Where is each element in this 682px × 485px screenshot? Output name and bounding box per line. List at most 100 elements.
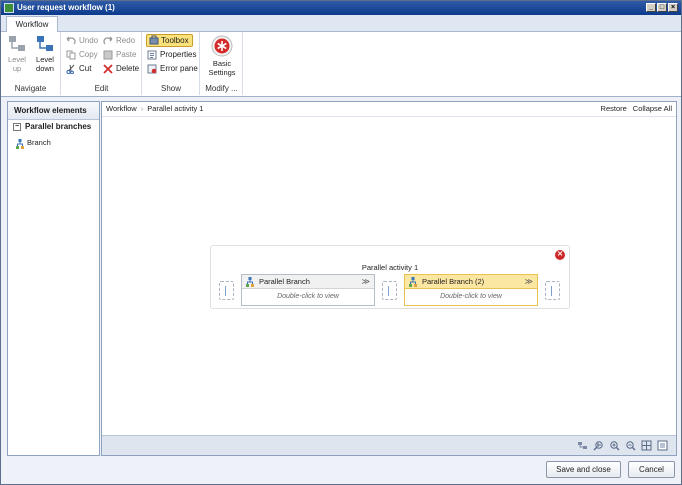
parallel-activity[interactable]: ✕ Parallel activity 1 Parallel Branch ≫ … [210,245,570,309]
undo-icon [66,36,76,45]
branch-title: Parallel Branch [259,277,310,286]
workflow-elements-header: Workflow elements [8,102,99,120]
remove-activity-icon[interactable]: ✕ [555,250,565,260]
title-bar[interactable]: User request workflow (1) _ □ × [1,1,681,15]
properties-icon [147,50,157,60]
workflow-designer: Workflow › Parallel activity 1 Restore Col… [101,101,677,456]
branch-icon [409,277,417,287]
workflow-elements-pane: Workflow elements − Parallel branches Br… [7,101,100,456]
breadcrumb-workflow[interactable]: Workflow [106,104,137,113]
ribbon-tab-row: Workflow [1,15,681,33]
actual-size-icon[interactable] [657,440,668,451]
branch-icon [246,277,254,287]
paste-icon [103,50,113,60]
breadcrumb-separator: › [140,104,144,113]
zoom-out-icon[interactable] [625,440,636,451]
drop-target-middle[interactable] [382,281,397,300]
cut-label: Cut [79,64,92,73]
collapse-all-link[interactable]: Collapse All [633,102,672,116]
expand-chevron-icon[interactable]: ≫ [362,275,370,288]
breadcrumb: Workflow › Parallel activity 1 Restore Col… [102,102,676,117]
toolbox-button[interactable]: Toolbox [146,34,193,47]
parallel-branch-2[interactable]: Parallel Branch (2) ≫ Double-click to vi… [404,274,538,306]
expand-chevron-icon[interactable]: ≫ [525,275,533,288]
level-up-button[interactable]: Level up [5,35,29,73]
group-modify: Basic Settings Modify ... [201,32,243,95]
branch-header[interactable]: Parallel Branch ≫ [242,275,374,289]
copy-button[interactable]: Copy [66,49,98,62]
level-down-icon [37,36,53,51]
toolbox-label: Toolbox [161,36,189,45]
scissors-icon [66,64,75,74]
group-show: Toolbox Properties Error pane Show [143,32,200,95]
level-down-label-2: down [36,64,54,73]
zoom-region-icon[interactable] [593,440,604,451]
save-and-close-button[interactable]: Save and close [546,461,621,478]
branch-hint: Double-click to view [277,293,339,300]
minimize-button[interactable]: _ [646,3,656,12]
level-up-label-2: up [12,64,22,73]
error-pane-icon [147,64,157,74]
group-label-edit: Edit [94,84,109,93]
workflow-window: User request workflow (1) _ □ × Workflow… [0,0,682,485]
basic-settings-label-1: Basic [212,59,232,68]
delete-button[interactable]: Delete [103,63,139,76]
level-up-label-1: Level [8,55,26,64]
level-down-button[interactable]: Level down [32,35,58,73]
maximize-button[interactable]: □ [657,3,667,12]
zoom-tools [577,440,668,451]
basic-settings-button[interactable]: Basic Settings [203,35,241,77]
ribbon: Level up Level down Navigate Undo Redo C… [1,32,681,97]
drop-target-left[interactable] [219,281,234,300]
group-edit: Undo Redo Copy Paste Cut Delete Edit [62,32,142,95]
error-pane-label: Error pane [160,64,198,73]
zoom-in-icon[interactable] [609,440,620,451]
paste-button[interactable]: Paste [103,49,136,62]
cancel-button[interactable]: Cancel [628,461,675,478]
parallel-branch-1[interactable]: Parallel Branch ≫ Double-click to view [241,274,375,306]
redo-button[interactable]: Redo [103,35,135,48]
undo-button[interactable]: Undo [66,35,98,48]
cut-button[interactable]: Cut [66,63,91,76]
fit-to-screen-icon[interactable] [641,440,652,451]
error-pane-button[interactable]: Error pane [147,63,198,76]
paste-label: Paste [116,50,137,59]
basic-settings-label-2: Settings [208,68,236,77]
branch-icon [16,139,24,149]
delete-label: Delete [116,64,140,73]
group-label-show: Show [160,84,181,93]
breadcrumb-parallel-activity[interactable]: Parallel activity 1 [147,104,203,113]
properties-button[interactable]: Properties [147,49,196,62]
redo-icon [103,36,113,45]
restore-link[interactable]: Restore [601,102,627,116]
level-down-label-1: Level [36,55,54,64]
basic-settings-icon [211,35,233,57]
tab-workflow[interactable]: Workflow [6,16,58,33]
parallel-branches-label: Parallel branches [25,122,92,131]
group-label-navigate: Navigate [14,84,47,93]
drop-target-right[interactable] [545,281,560,300]
element-item-branch[interactable]: Branch [8,136,99,151]
branch-title: Parallel Branch (2) [422,277,485,286]
branch-hint: Double-click to view [440,293,502,300]
parallel-branches-group[interactable]: − Parallel branches [8,120,99,135]
undo-label: Undo [79,36,99,45]
element-item-label: Branch [27,138,51,147]
collapse-icon[interactable]: − [13,123,21,131]
copy-icon [66,50,76,60]
branch-header[interactable]: Parallel Branch (2) ≫ [405,275,537,289]
close-button[interactable]: × [668,3,678,12]
designer-actions: Restore Collapse All [601,102,672,116]
copy-label: Copy [79,50,98,59]
properties-label: Properties [160,50,197,59]
level-up-icon [9,36,25,51]
redo-label: Redo [116,36,136,45]
delete-icon [103,64,113,74]
group-label-modify: Modify ... [205,84,238,93]
window-title: User request workflow (1) [17,3,115,12]
app-icon [4,3,14,13]
parallel-activity-title: Parallel activity 1 [361,263,419,272]
designer-canvas[interactable]: ✕ Parallel activity 1 Parallel Branch ≫ … [102,117,676,437]
overview-map-icon[interactable] [577,440,588,451]
toolbox-icon [149,35,159,45]
